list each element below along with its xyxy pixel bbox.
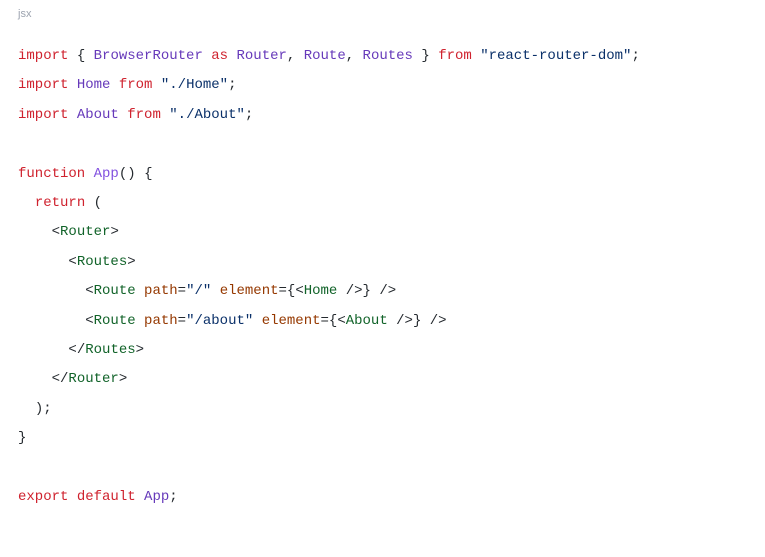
keyword-default: default [77, 489, 136, 505]
identifier: BrowserRouter [94, 48, 203, 64]
keyword-function: function [18, 166, 85, 182]
jsx-tag: Router [60, 224, 110, 240]
keyword-return: return [35, 195, 85, 211]
function-name: App [94, 166, 119, 182]
code-content: import { BrowserRouter as Router, Route,… [0, 24, 765, 522]
code-block: jsx import { BrowserRouter as Router, Ro… [0, 0, 765, 522]
language-label: jsx [0, 0, 765, 24]
string-literal: "react-router-dom" [480, 48, 631, 64]
jsx-attr: path [144, 283, 178, 299]
keyword-import: import [18, 48, 68, 64]
keyword-export: export [18, 489, 68, 505]
